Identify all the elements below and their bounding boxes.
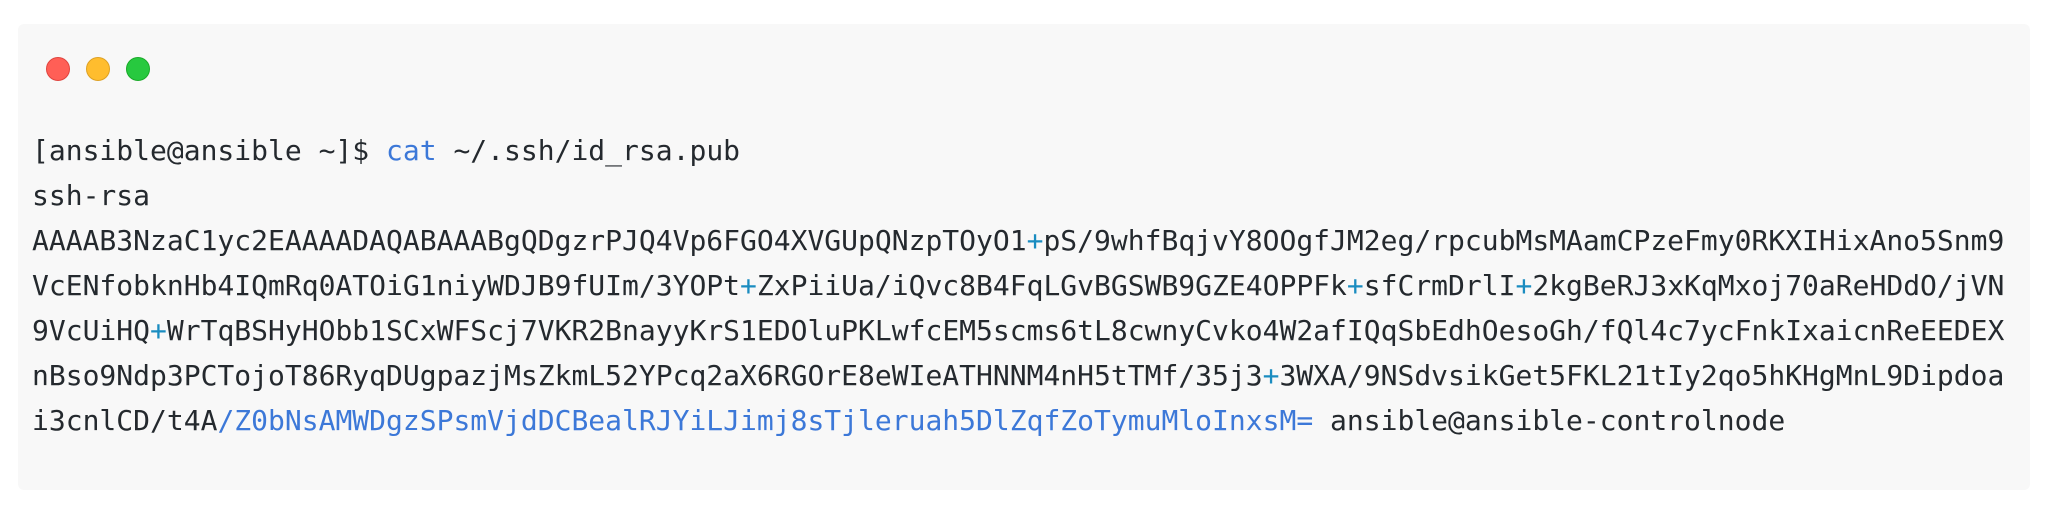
key-segment: WrTqBSHyHObb1SCxWFScj7VKR2BnayyKrS1EDOlu…	[166, 314, 2005, 347]
key-highlighted-segment: /Z0bNsAMWDgzSPsmVjdDCBealRJYiLJimj8sTjle…	[217, 404, 1314, 437]
key-segment: 9VcUiHQ	[32, 314, 151, 347]
key-type: ssh-rsa	[32, 179, 151, 212]
key-line-2: VcENfobknHb4IQmRq0ATOiG1niyWDJB9fUIm/3YO…	[32, 263, 2004, 308]
key-line-5: i3cnlCD/t4A/Z0bNsAMWDgzSPsmVjdDCBealRJYi…	[32, 398, 2004, 443]
command-line: [ansible@ansible ~]$ cat ~/.ssh/id_rsa.p…	[32, 128, 2004, 173]
terminal-output: [ansible@ansible ~]$ cat ~/.ssh/id_rsa.p…	[32, 128, 2004, 443]
key-type-line: ssh-rsa	[32, 173, 2004, 218]
minimize-dot-icon[interactable]	[86, 57, 110, 81]
key-segment: sfCrmDrlI	[1363, 269, 1516, 302]
prompt: [ansible@ansible ~]$	[32, 134, 387, 167]
key-plus: +	[1515, 269, 1533, 302]
maximize-dot-icon[interactable]	[126, 57, 150, 81]
key-segment: 3WXA/9NSdvsikGet5FKL21tIy2qo5hKHgMnL9Dip…	[1279, 359, 2005, 392]
key-comment: ansible@ansible-controlnode	[1313, 404, 1786, 437]
key-line-1: AAAAB3NzaC1yc2EAAAADAQABAAABgQDgzrPJQ4Vp…	[32, 218, 2004, 263]
key-segment: 2kgBeRJ3xKqMxoj70aReHDdO/jVN	[1532, 269, 2005, 302]
key-segment: i3cnlCD/t4A	[32, 404, 218, 437]
close-dot-icon[interactable]	[46, 57, 70, 81]
key-line-3: 9VcUiHQ+WrTqBSHyHObb1SCxWFScj7VKR2BnayyK…	[32, 308, 2004, 353]
key-segment: nBso9Ndp3PCTojoT86RyqDUgpazjMsZkmL52YPcq…	[32, 359, 1263, 392]
command-argument: ~/.ssh/id_rsa.pub	[436, 134, 741, 167]
key-plus: +	[1026, 224, 1044, 257]
key-segment: AAAAB3NzaC1yc2EAAAADAQABAAABgQDgzrPJQ4Vp…	[32, 224, 1027, 257]
command: cat	[386, 134, 437, 167]
key-plus: +	[740, 269, 757, 302]
key-plus: +	[1346, 269, 1364, 302]
key-segment: pS/9whfBqjvY8OOgfJM2eg/rpcubMsMAamCPzeFm…	[1043, 224, 2005, 257]
key-plus: +	[150, 314, 167, 347]
key-plus: +	[1262, 359, 1280, 392]
window-controls	[46, 57, 150, 81]
key-segment: VcENfobknHb4IQmRq0ATOiG1niyWDJB9fUIm/3YO…	[32, 269, 741, 302]
key-line-4: nBso9Ndp3PCTojoT86RyqDUgpazjMsZkmL52YPcq…	[32, 353, 2004, 398]
key-segment: ZxPiiUa/iQvc8B4FqLGvBGSWB9GZE4OPPFk	[756, 269, 1347, 302]
